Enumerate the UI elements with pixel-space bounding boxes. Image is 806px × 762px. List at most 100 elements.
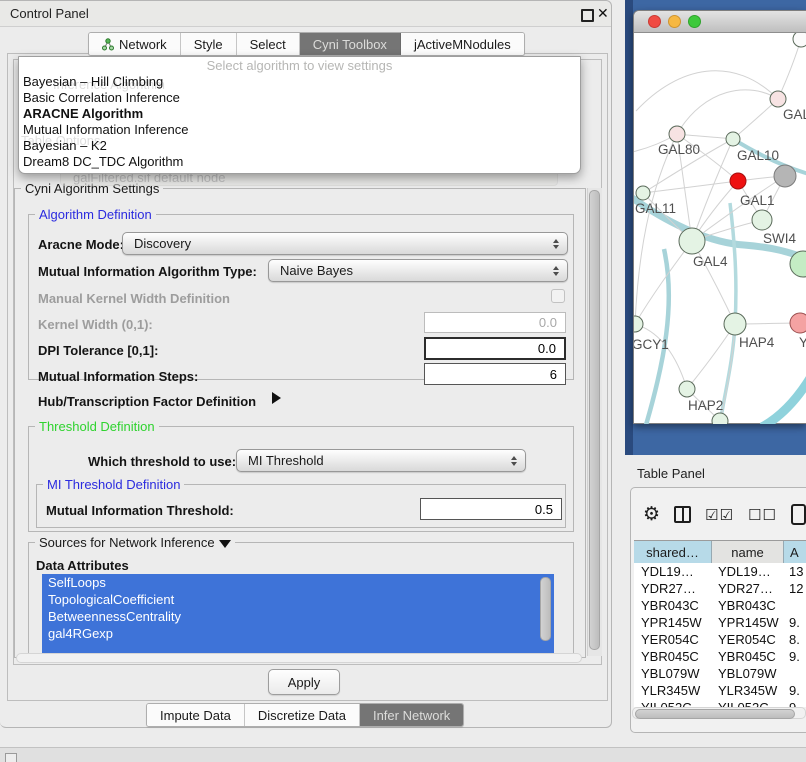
deselect-all-checkboxes-icon[interactable]: ☐☐ — [748, 506, 777, 524]
tab[interactable]: Network — [89, 33, 181, 55]
apply-button[interactable]: Apply — [268, 669, 340, 695]
algorithm-option[interactable]: Basic Correlation Inference — [19, 90, 580, 106]
table-row[interactable]: YDL19… YDL19… 13 — [634, 563, 806, 580]
table-header: shared… name A — [634, 540, 806, 564]
aracne-mode-label: Aracne Mode: — [38, 237, 124, 252]
screen: Control Panel ✕ — [0, 0, 806, 762]
mi-algorithm-type-combo[interactable]: Naive Bayes — [268, 259, 568, 282]
network-node[interactable] — [679, 381, 695, 397]
bottom-tabs: Impute Data Discretize Data Infer Networ… — [146, 703, 464, 727]
network-node[interactable] — [790, 313, 806, 333]
aracne-mode-combo[interactable]: Discovery — [122, 232, 568, 255]
mi-threshold-label: Mutual Information Threshold: — [46, 503, 234, 518]
attribute-list-item[interactable]: gal4RGexp — [42, 625, 554, 642]
network-node[interactable] — [770, 91, 786, 107]
network-node[interactable] — [634, 316, 643, 332]
dpi-tolerance-field[interactable]: 0.0 — [424, 337, 566, 360]
network-canvas[interactable]: GALGAL80GAL10GAL11GAL1SWI4GAL4GCY1HAP4YH… — [634, 33, 806, 424]
mi-threshold-field[interactable]: 0.5 — [420, 498, 562, 520]
tab[interactable]: Cyni Toolbox — [300, 33, 401, 55]
kernel-width-label: Kernel Width (0,1): — [38, 317, 153, 332]
table-row[interactable]: YIL052C YIL052C 9 — [634, 699, 806, 707]
network-node[interactable] — [679, 228, 705, 254]
close-icon[interactable]: ✕ — [597, 5, 609, 22]
combo-stepper-icon — [553, 266, 559, 276]
desktop-edge-stripe — [625, 0, 633, 455]
table-row[interactable]: YLR345W YLR345W 9. — [634, 682, 806, 699]
mi-threshold-definition-legend: MI Threshold Definition — [43, 477, 184, 492]
panel-toggle-icon[interactable] — [5, 753, 17, 762]
mi-algorithm-type-label: Mutual Information Algorithm Type: — [38, 264, 257, 279]
table-row[interactable]: YER054C YER054C 8. — [634, 631, 806, 648]
network-icon — [102, 38, 114, 51]
table-hscrollbar-thumb[interactable] — [635, 709, 795, 719]
tab-label: Network — [119, 37, 167, 52]
attributes-scrollbar-thumb[interactable] — [540, 577, 551, 641]
table-row[interactable]: YBR043C YBR043C — [634, 597, 806, 614]
network-node-label: GAL11 — [635, 201, 676, 216]
settings-scrollbar-thumb[interactable] — [589, 190, 600, 650]
attribute-list-item[interactable]: SelfLoops — [42, 574, 554, 591]
tab-label: Style — [194, 37, 223, 52]
network-node[interactable] — [669, 126, 685, 142]
column-header-partial[interactable]: A — [784, 541, 806, 563]
control-panel-tabs: Network Style — [88, 32, 525, 56]
sources-collapse-icon[interactable] — [219, 540, 231, 548]
algorithm-dropdown-popup: Select algorithm to view settings Infere… — [18, 56, 581, 174]
bottom-tab[interactable]: Discretize Data — [245, 704, 360, 726]
which-threshold-value: MI Threshold — [248, 453, 324, 468]
hub-expand-icon[interactable] — [272, 392, 281, 404]
algorithm-option[interactable]: Mutual Information Inference — [19, 122, 580, 138]
tab-label: Select — [250, 37, 286, 52]
zoom-traffic-light[interactable] — [688, 15, 701, 28]
network-node-label: GCY1 — [634, 337, 669, 352]
table-row[interactable]: YDR27… YDR27… 12 — [634, 580, 806, 597]
mi-steps-field[interactable]: 6 — [424, 363, 566, 385]
which-threshold-combo[interactable]: MI Threshold — [236, 449, 526, 472]
table-row[interactable]: YBL079W YBL079W — [634, 665, 806, 682]
network-node[interactable] — [726, 132, 740, 146]
tab[interactable]: jActiveMNodules — [401, 33, 524, 55]
network-window-titlebar[interactable] — [634, 11, 806, 33]
network-node[interactable] — [636, 186, 650, 200]
network-node[interactable] — [724, 313, 746, 335]
network-node-label: GAL — [783, 107, 806, 122]
settings-hscrollbar-track[interactable] — [16, 653, 582, 663]
data-attributes-label: Data Attributes — [36, 558, 129, 573]
minimize-traffic-light[interactable] — [668, 15, 681, 28]
network-node[interactable] — [793, 33, 806, 47]
float-panel-icon[interactable] — [581, 9, 594, 22]
bottom-tab[interactable]: Impute Data — [147, 704, 245, 726]
kernel-width-field[interactable]: 0.0 — [424, 312, 566, 333]
close-traffic-light[interactable] — [648, 15, 661, 28]
network-node[interactable] — [730, 173, 746, 189]
columns-icon[interactable] — [674, 506, 691, 523]
bottom-tab[interactable]: Infer Network — [360, 704, 463, 726]
tab[interactable]: Select — [237, 33, 300, 55]
attribute-list-item[interactable]: TopologicalCoefficient — [42, 591, 554, 608]
data-attributes-list: SelfLoops TopologicalCoefficient Between… — [42, 574, 554, 654]
gear-icon[interactable]: ⚙ — [643, 505, 660, 524]
network-node[interactable] — [752, 210, 772, 230]
document-icon[interactable] — [791, 504, 806, 525]
algorithm-definition-legend: Algorithm Definition — [35, 207, 156, 222]
table-row[interactable]: YPR145W YPR145W 9. — [634, 614, 806, 631]
algorithm-option[interactable]: Bayesian – K2 — [19, 138, 580, 154]
algorithm-option[interactable]: Dream8 DC_TDC Algorithm — [19, 154, 580, 170]
mi-steps-label: Mutual Information Steps: — [38, 369, 198, 384]
attribute-list-item[interactable]: BetweennessCentrality — [42, 608, 554, 625]
column-header-shared-name[interactable]: shared… — [634, 541, 712, 563]
column-header-name[interactable]: name — [712, 541, 784, 563]
network-node[interactable] — [774, 165, 796, 187]
table-row[interactable]: YBR045C YBR045C 9. — [634, 648, 806, 665]
select-all-checkboxes-icon[interactable]: ☑☑ — [705, 506, 734, 524]
network-svg: GALGAL80GAL10GAL11GAL1SWI4GAL4GCY1HAP4YH… — [634, 33, 806, 424]
algorithm-placeholder: Select algorithm to view settings — [19, 57, 580, 74]
network-node[interactable] — [712, 413, 728, 424]
tab[interactable]: Style — [181, 33, 237, 55]
algorithm-option[interactable]: Bayesian – Hill Climbing — [19, 74, 580, 90]
manual-kernel-width-checkbox[interactable] — [551, 289, 565, 303]
table-toolbar: ⚙ ☑☑ ☐☐ — [643, 504, 806, 525]
algorithm-option[interactable]: ARACNE Algorithm — [19, 106, 580, 122]
bottom-tab-label: Impute Data — [160, 708, 231, 723]
